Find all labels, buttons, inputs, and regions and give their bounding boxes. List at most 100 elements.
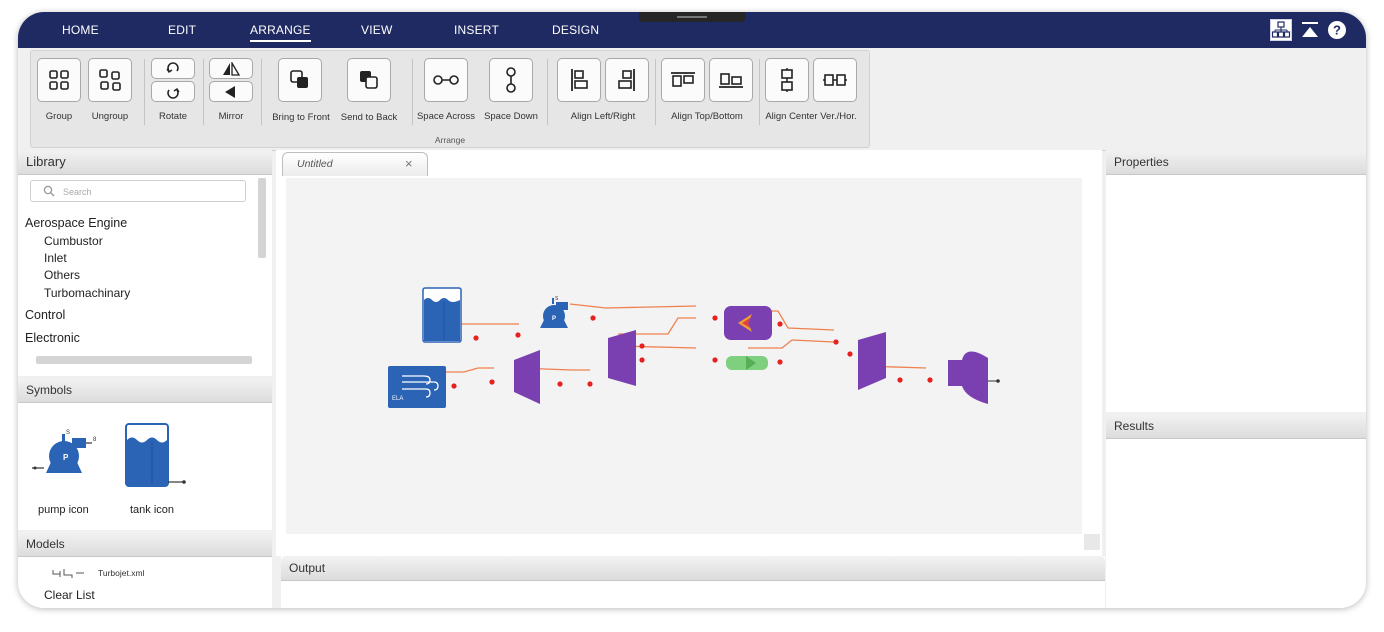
library-title: Library	[18, 150, 272, 175]
rotate-label: Rotate	[159, 111, 187, 122]
align-center-vertical-button[interactable]	[765, 58, 809, 102]
collapse-ribbon-icon[interactable]	[1299, 19, 1321, 41]
canvas-corner	[1084, 534, 1100, 550]
valve-component	[726, 356, 768, 370]
space-across-button[interactable]	[424, 58, 468, 102]
turbine-component	[858, 332, 886, 390]
menu-design[interactable]: DESIGN	[552, 23, 599, 37]
ungroup-icon	[99, 69, 121, 91]
search-input[interactable]	[61, 184, 241, 200]
svg-text:P: P	[552, 316, 556, 322]
inlet-label: ELA	[392, 396, 403, 402]
mirror-horizontal-button[interactable]	[209, 58, 253, 79]
space-down-label: Space Down	[484, 111, 538, 122]
send-to-back-button[interactable]	[347, 58, 391, 102]
align-right-button[interactable]	[605, 58, 649, 102]
rotate-ccw-icon	[167, 87, 180, 99]
compressor-high-component	[608, 330, 636, 386]
results-panel: Results	[1106, 414, 1366, 608]
wire-pump-combustor	[569, 303, 697, 309]
align-top-icon	[671, 72, 695, 87]
tank-icon	[125, 423, 186, 487]
library-category-control[interactable]: Control	[25, 308, 65, 322]
align-left-button[interactable]	[557, 58, 601, 102]
align-center-horizontal-button[interactable]	[813, 58, 857, 102]
group-button[interactable]	[37, 58, 81, 102]
svg-text:S: S	[555, 296, 559, 302]
symbols-title: Symbols	[18, 378, 272, 403]
mirror-vertical-icon	[225, 85, 235, 98]
align-right-icon	[618, 69, 635, 91]
separator	[203, 59, 204, 125]
mirror-horizontal-icon	[223, 61, 240, 76]
library-horizontal-scrollbar[interactable]	[36, 356, 252, 364]
wire-compressor-combustor	[618, 317, 696, 335]
menu-view[interactable]: VIEW	[361, 23, 392, 37]
symbol-pump-label: pump icon	[38, 504, 89, 516]
space-down-button[interactable]	[489, 58, 533, 102]
menu-insert[interactable]: INSERT	[454, 23, 499, 37]
align-bottom-button[interactable]	[709, 58, 753, 102]
ribbon: Group Ungroup Rotate Mirror Bring to Fro…	[18, 48, 1366, 151]
align-left-right-label: Align Left/Right	[570, 111, 636, 122]
diagram-view-icon[interactable]	[1270, 19, 1292, 41]
group-label: Group	[45, 111, 73, 122]
clear-list-button[interactable]: Clear List	[44, 588, 95, 602]
tank-component	[422, 287, 462, 343]
rotate-cw-button[interactable]	[151, 58, 195, 79]
align-center-vertical-icon	[781, 68, 793, 92]
turbojet-diagram: S P ELA	[388, 287, 1000, 408]
results-title: Results	[1106, 414, 1366, 439]
close-icon[interactable]: ×	[405, 156, 413, 171]
separator	[144, 59, 145, 125]
library-item-cumbustor[interactable]: Cumbustor	[44, 234, 103, 248]
wire-valve-turbine	[748, 339, 835, 349]
models-title: Models	[18, 532, 272, 557]
svg-text:?: ?	[1333, 23, 1341, 38]
library-item-others[interactable]: Others	[44, 268, 80, 282]
separator	[655, 59, 656, 125]
nozzle-component	[948, 351, 988, 404]
window-notch	[639, 12, 745, 22]
separator	[261, 59, 262, 125]
pump-icon: 8 S P	[32, 430, 97, 473]
tab-untitled[interactable]: Untitled ×	[282, 152, 428, 176]
symbol-tank[interactable]	[122, 422, 188, 488]
align-bottom-icon	[719, 73, 743, 88]
ungroup-button[interactable]	[88, 58, 132, 102]
properties-panel: Properties	[1106, 150, 1366, 412]
library-item-turbomachinary[interactable]: Turbomachinary	[44, 286, 130, 300]
library-category-aerospace-engine[interactable]: Aerospace Engine	[25, 216, 127, 230]
properties-title: Properties	[1106, 150, 1366, 175]
mirror-label: Mirror	[218, 111, 244, 122]
ungroup-label: Ungroup	[91, 111, 129, 122]
bring-to-front-button[interactable]	[278, 58, 322, 102]
separator	[547, 59, 548, 125]
menu-arrange[interactable]: ARRANGE	[250, 23, 311, 42]
library-vertical-scrollbar[interactable]	[258, 178, 266, 258]
arrange-group: Group Ungroup Rotate Mirror Bring to Fro…	[30, 50, 870, 148]
svg-text:S: S	[66, 430, 70, 436]
group-icon	[49, 70, 69, 90]
align-top-button[interactable]	[661, 58, 705, 102]
tab-title: Untitled	[297, 158, 333, 170]
send-to-back-icon	[360, 71, 378, 89]
library-item-inlet[interactable]: Inlet	[44, 251, 67, 265]
mirror-vertical-button[interactable]	[209, 81, 253, 102]
menu-edit[interactable]: EDIT	[168, 23, 196, 37]
menu-home[interactable]: HOME	[62, 23, 99, 37]
model-file[interactable]: Turbojet.xml	[98, 568, 144, 578]
bring-to-front-icon	[290, 70, 308, 88]
symbols-panel: Symbols 8 S P pump icon tank icon	[18, 378, 272, 530]
rotate-ccw-button[interactable]	[151, 81, 195, 102]
svg-text:P: P	[63, 453, 69, 462]
help-icon[interactable]: ?	[1326, 19, 1348, 41]
diagram-canvas[interactable]: S P ELA	[286, 178, 1082, 534]
library-category-electronic[interactable]: Electronic	[25, 331, 80, 345]
symbol-pump[interactable]: 8 S P	[32, 428, 102, 474]
menu-bar: HOME EDIT ARRANGE VIEW INSERT DESIGN ?	[18, 12, 1366, 48]
align-left-icon	[571, 69, 588, 91]
inlet-component: ELA	[388, 366, 446, 408]
combustor-component	[724, 306, 772, 340]
space-across-icon	[433, 75, 459, 85]
